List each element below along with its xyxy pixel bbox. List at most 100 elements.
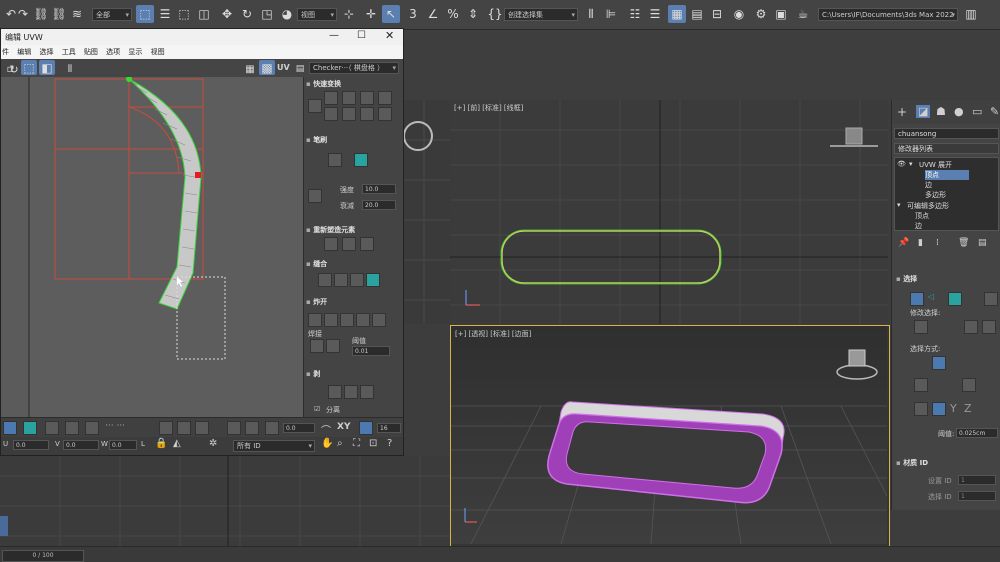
layer-explorer-icon[interactable]: ☰ (646, 5, 664, 23)
stack-item-poly-vertex[interactable]: 顶点 (915, 211, 929, 221)
uvw-title-bar[interactable]: 编辑 UVW — ☐ ✕ (1, 29, 403, 45)
stack-item-edge[interactable]: 边 (925, 180, 932, 190)
viewport-left[interactable] (0, 456, 450, 546)
select-id-spinner[interactable]: 1 (958, 491, 996, 501)
bind-space-warp-icon[interactable]: ≋ (68, 5, 86, 23)
uvw-canvas[interactable] (1, 77, 303, 417)
edge-mode-icon[interactable] (23, 421, 37, 435)
menu-item-file[interactable]: 件 (2, 45, 9, 59)
bend-icon[interactable]: ⌒ (321, 422, 331, 437)
pelt-map-icon[interactable] (344, 385, 358, 399)
scene-explorer-icon[interactable]: ☷ (626, 5, 644, 23)
utilities-tab-icon[interactable]: ✎ (990, 105, 999, 118)
selection-rollout-header[interactable]: 选择 (896, 274, 992, 284)
select-object-icon[interactable]: ⬚ (136, 5, 154, 23)
texture-dropdown[interactable]: Checker···（ 棋盘格 ） (309, 62, 399, 74)
select-rotate-icon[interactable]: ↻ (238, 5, 256, 23)
reference-coord-dropdown[interactable]: 视图 (297, 8, 337, 22)
pivot-icon[interactable] (195, 421, 209, 435)
curve-editor-icon[interactable]: ▤ (688, 5, 706, 23)
object-name-field[interactable]: chuansong (894, 128, 999, 139)
menu-item-tools[interactable]: 工具 (62, 45, 76, 59)
qt-space-icon[interactable] (378, 91, 392, 105)
select-z-icon[interactable]: Z (964, 402, 972, 415)
uv-freeform-icon[interactable]: ⬚ (21, 60, 37, 75)
weld-target-icon[interactable] (326, 339, 340, 353)
quick-peel-icon[interactable] (328, 385, 342, 399)
viewport-top-left[interactable] (404, 100, 450, 324)
render-setup-icon[interactable]: ⚙ (752, 5, 770, 23)
soft-select-icon[interactable] (227, 421, 241, 435)
viewport-perspective[interactable]: [+] [透视] [标准] [边面] (450, 325, 890, 547)
modifier-list-dropdown[interactable]: 修改器列表 (894, 143, 999, 154)
menu-item-edit[interactable]: 编辑 (17, 45, 31, 59)
help-icon[interactable]: ? (387, 438, 392, 449)
configure-sets-icon[interactable]: ▤ (978, 238, 987, 248)
align-icon[interactable]: ⊫ (602, 5, 620, 23)
link-icon[interactable]: ⛓ (32, 5, 50, 23)
hierarchy-tab-icon[interactable]: ☗ (936, 105, 946, 118)
quick-transform-header[interactable]: 快速变换 (306, 79, 402, 89)
make-unique-icon[interactable]: ⁞ (936, 238, 939, 248)
reshape-header[interactable]: 重新塑造元素 (306, 225, 402, 235)
relax-icon[interactable] (342, 237, 356, 251)
stitch-target-icon[interactable] (350, 273, 364, 287)
brush-header[interactable]: 笔刷 (306, 135, 402, 145)
lock-select-icon[interactable] (245, 421, 259, 435)
select-y-icon[interactable]: Y (950, 402, 957, 415)
uv-options-icon[interactable]: ▤ (291, 60, 309, 78)
project-folder-icon[interactable]: ▥ (962, 5, 980, 23)
edit-named-selection-icon[interactable]: {} (486, 5, 504, 23)
brush-stroke-icon[interactable] (308, 189, 322, 203)
select-by-planar-icon[interactable] (962, 378, 976, 392)
menu-item-options[interactable]: 选项 (106, 45, 120, 59)
selection-filter-dropdown[interactable]: 全部 (92, 8, 132, 22)
relax-options-icon[interactable] (360, 237, 374, 251)
grid-snap-icon[interactable] (359, 421, 373, 435)
vertex-mode-icon[interactable] (3, 421, 17, 435)
qt-center-icon[interactable] (308, 99, 322, 113)
timeline[interactable]: 0 / 100 (0, 546, 1000, 562)
stitch-source-icon[interactable] (318, 273, 332, 287)
select-by-element-icon[interactable] (932, 356, 946, 370)
falloff-spinner[interactable]: 20.0 (362, 200, 396, 210)
grow-select-icon[interactable] (85, 421, 99, 435)
cmd-options-icon[interactable] (984, 292, 998, 306)
w-spinner[interactable]: 0.0 (109, 440, 137, 450)
close-icon[interactable]: ✕ (385, 29, 394, 42)
mirror-icon[interactable]: ⫴ (582, 5, 600, 23)
peel-header[interactable]: 剥 (306, 369, 402, 379)
cmd-vertex-mode-icon[interactable] (910, 292, 924, 306)
qt-align-x-icon[interactable] (324, 107, 338, 121)
cmd-threshold-spinner[interactable]: 0.025cm (956, 428, 998, 438)
flatten-by-smoothing-icon[interactable] (356, 313, 370, 327)
maximize-icon[interactable]: ☐ (357, 30, 366, 41)
lock-icon[interactable]: 🔒 (155, 438, 167, 449)
detach-checkbox-icon[interactable]: ☑ (314, 405, 320, 413)
menu-item-display[interactable]: 显示 (128, 45, 142, 59)
unlink-icon[interactable]: ⛓ (50, 5, 68, 23)
v-spinner[interactable]: 0.0 (63, 440, 99, 450)
uv-label[interactable]: UV (277, 63, 290, 72)
flatten-by-poly-icon[interactable] (340, 313, 354, 327)
remove-modifier-icon[interactable]: 🗑 (958, 238, 969, 248)
toggle-ribbon-icon[interactable]: ▦ (668, 5, 686, 23)
keyboard-shortcut-override-icon[interactable]: ↖ (382, 5, 400, 23)
qt-space-v-icon[interactable] (378, 107, 392, 121)
motion-tab-icon[interactable]: ● (954, 105, 964, 118)
spinner-snap-icon[interactable]: ⇕ (464, 5, 482, 23)
qt-align-h-icon[interactable] (324, 91, 338, 105)
stack-item-uvw-unwrap[interactable]: UVW 展开 (919, 160, 952, 170)
angle-spinner[interactable]: 0.0 (283, 423, 315, 433)
stitch-average-icon[interactable] (334, 273, 348, 287)
qt-rotate-icon[interactable] (360, 91, 374, 105)
snap-toggle-icon[interactable]: 3 (404, 5, 422, 23)
menu-item-view[interactable]: 视图 (151, 45, 165, 59)
show-end-result-icon[interactable]: ▮ (918, 238, 923, 248)
pan-hand-icon[interactable]: ✋ (321, 438, 333, 449)
snowflake-icon[interactable]: ✲ (209, 438, 217, 449)
select-move-icon[interactable]: ✥ (218, 5, 236, 23)
straighten-icon[interactable] (324, 237, 338, 251)
select-scale-icon[interactable]: ◳ (258, 5, 276, 23)
pivot-center-icon[interactable]: ⊹ (340, 5, 358, 23)
